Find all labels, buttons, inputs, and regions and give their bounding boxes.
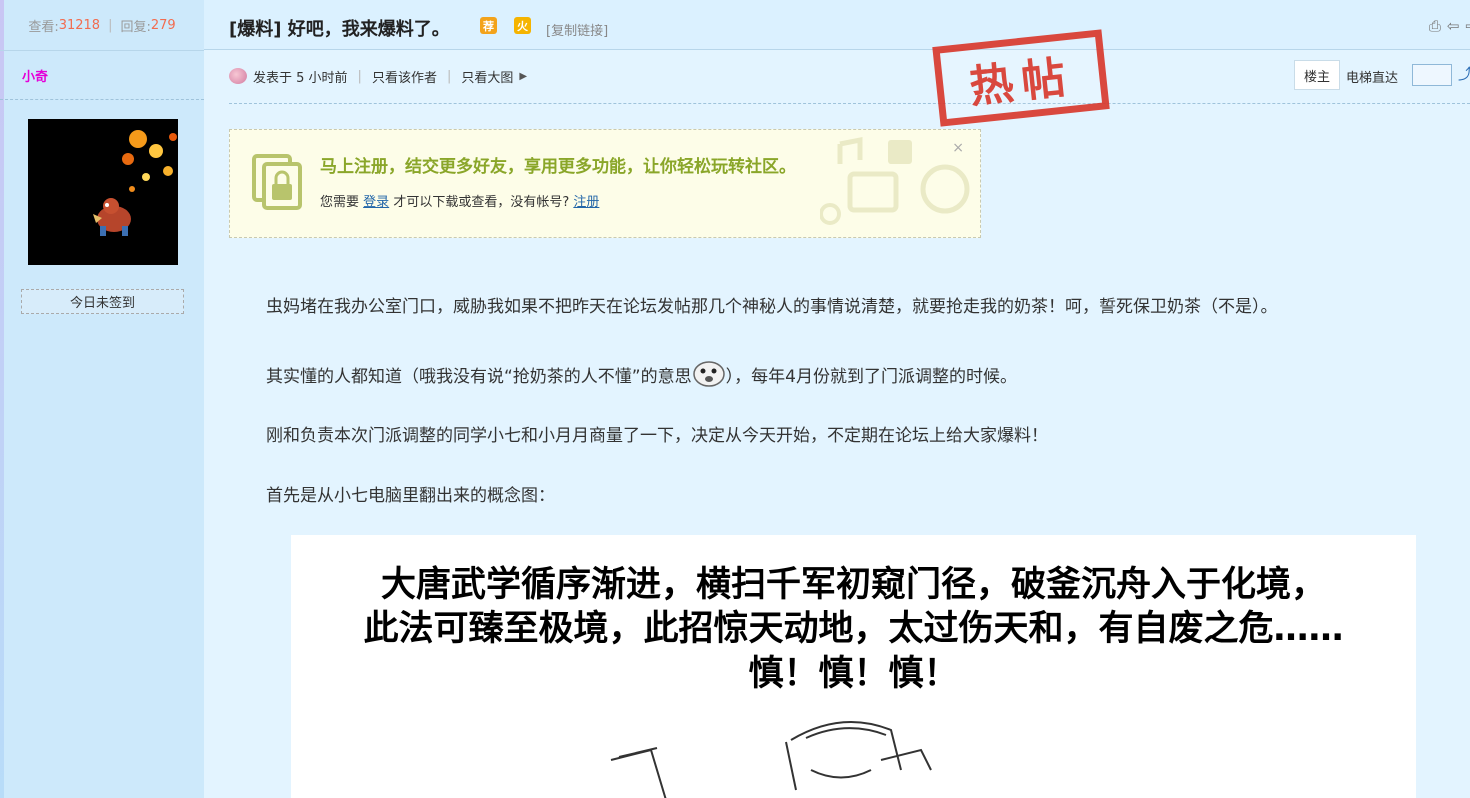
views-count: 31218 [58,17,101,33]
jump-go-icon[interactable]: ⤴ [1458,63,1470,84]
avatar[interactable] [28,119,178,265]
views-label: 查看: [28,19,59,35]
concept-art-image[interactable]: 大唐武学循序渐进，横扫千军初窥门径，破釜沉舟入于化境， 此法可臻至极境，此招惊天… [291,535,1416,798]
close-icon[interactable]: × [952,140,964,156]
post-paragraph-1: 虫妈堵在我办公室门口，威胁我如果不把昨天在论坛发帖那几个神秘人的事情说清楚，就要… [266,297,1278,317]
checkin-button[interactable]: 今日未签到 [21,289,184,314]
author-row: 小奇 [0,50,204,100]
replies-label: 回复: [120,19,151,35]
jump-label: 电梯直达 [1346,71,1399,86]
register-subtext: 您需要 登录 才可以下载或查看，没有帐号? 注册 [320,195,600,210]
post-time: 发表于 5 小时前 [253,70,348,86]
title-bar: [爆料] 好吧，我来爆料了。 荐 火 [复制链接] ⎙ ⇦ ⇨ [204,0,1470,50]
online-status-icon [229,68,247,84]
thread-stats: 查看: 31218 | 回复: 279 [28,17,176,35]
only-author-link[interactable]: 只看该作者 [372,67,437,86]
post-paragraph-4: 首先是从小七电脑里翻出来的概念图： [266,486,555,506]
lock-icon [252,154,302,210]
character-sketch [610,721,932,798]
next-thread-icon[interactable]: ⇨ [1465,17,1470,35]
login-link[interactable]: 登录 [363,195,389,210]
post-paragraph-3: 刚和负责本次门派调整的同学小七和小月月商量了一下，决定从今天开始，不定期在论坛上… [266,426,1048,446]
recommend-badge-icon: 荐 [480,17,497,34]
author-name[interactable]: 小奇 [22,66,48,85]
avatar-image [28,119,178,265]
thread-title: [爆料] 好吧，我来爆料了。 [229,15,450,41]
register-headline: 马上注册，结交更多好友，享用更多功能，让你轻松玩转社区。 [320,157,796,177]
post-main: [爆料] 好吧，我来爆料了。 荐 火 [复制链接] ⎙ ⇦ ⇨ 发表于 5 小时… [204,0,1470,798]
divider [229,103,1470,104]
media-decoration-icon [820,136,970,225]
only-big-image-link[interactable]: 只看大图 [461,67,513,86]
author-sidebar: 查看: 31218 | 回复: 279 小奇 今日未签到 [0,0,204,798]
thread-tag[interactable]: [爆料] [229,19,281,40]
emoticon-icon [692,361,725,387]
copy-link-button[interactable]: [复制链接] [546,20,608,39]
register-link[interactable]: 注册 [573,195,599,210]
play-arrow-icon[interactable]: ▶ [519,71,527,82]
replies-count: 279 [150,17,176,33]
sidebar-edge [0,0,4,798]
thread-title-text: 好吧，我来爆料了。 [287,19,450,40]
post-meta: 发表于 5 小时前 | 只看该作者 | 只看大图 ▶ [229,58,1469,94]
register-prompt: 马上注册，结交更多好友，享用更多功能，让你轻松玩转社区。 您需要 登录 才可以下… [229,129,981,238]
floor-jump-input[interactable] [1412,64,1452,86]
concept-art-caption: 大唐武学循序渐进，横扫千军初窥门径，破釜沉舟入于化境， 此法可臻至极境，此招惊天… [363,565,1344,694]
print-icon[interactable]: ⎙ [1429,17,1441,35]
floor-label: 楼主 [1294,60,1340,90]
post-paragraph-2: 其实懂的人都知道（哦我没有说“抢奶茶的人不懂”的意思 ），每年4月份就到了门派调… [266,358,1017,388]
thread-tools: ⎙ ⇦ ⇨ [1429,17,1470,35]
hot-thread-stamp: 热帖 [932,29,1110,127]
hot-badge-icon: 火 [514,17,531,34]
prev-thread-icon[interactable]: ⇦ [1447,17,1460,35]
